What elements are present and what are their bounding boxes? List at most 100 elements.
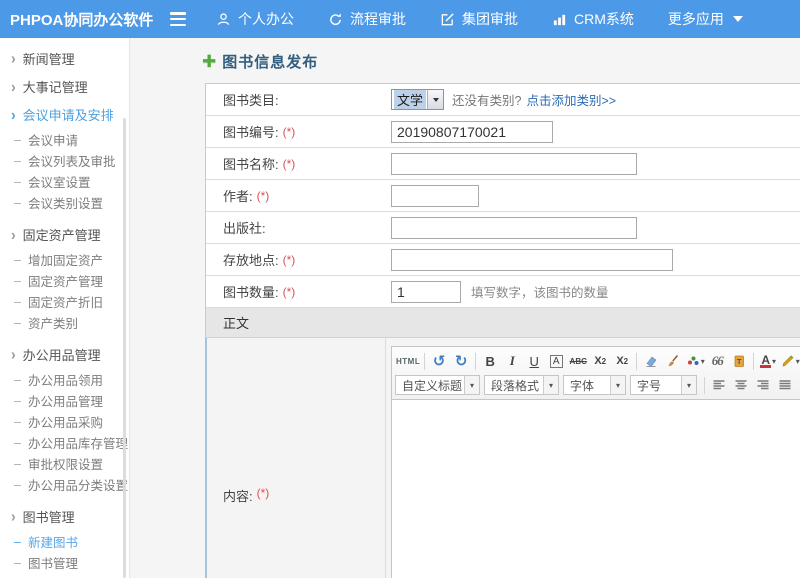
caret-icon: ▾ [701, 357, 705, 366]
bold-icon[interactable]: B [480, 351, 500, 371]
quantity-input[interactable] [391, 281, 461, 303]
dash-icon: – [14, 436, 21, 450]
sidebar-item-supplies-claim[interactable]: –办公用品领用 [0, 369, 129, 390]
dash-icon: – [14, 394, 21, 408]
align-center-icon[interactable] [731, 375, 751, 395]
approve-icon [440, 12, 455, 27]
dash-icon: – [14, 457, 21, 471]
sidebar-item-meeting-category[interactable]: –会议类别设置 [0, 192, 129, 213]
font-size-combo[interactable]: 字号▾ [630, 375, 697, 395]
chevron-right-icon: › [11, 105, 16, 123]
sidebar-item-asset-manage[interactable]: –固定资产管理 [0, 270, 129, 291]
source-code-button[interactable]: HTML [396, 351, 420, 371]
align-left-icon[interactable] [709, 375, 729, 395]
required-mark: (*) [283, 157, 296, 171]
sidebar-item-asset-depreciation[interactable]: –固定资产折旧 [0, 291, 129, 312]
sidebar-item-books[interactable]: ›图书管理 [0, 502, 129, 530]
required-mark: (*) [257, 189, 270, 203]
required-mark: (*) [283, 285, 296, 299]
row-quantity: 图书数量:(*) 填写数字，该图书的数量 [206, 276, 800, 308]
align-justify-icon[interactable] [775, 375, 795, 395]
sidebar-item-meeting[interactable]: ›会议申请及安排 [0, 100, 129, 128]
font-color-icon[interactable]: A▾ [758, 351, 778, 371]
color-palette-icon[interactable]: ▾ [685, 351, 705, 371]
row-book-no: 图书编号:(*) [206, 116, 800, 148]
book-name-input[interactable] [391, 153, 637, 175]
sidebar-item-supplies[interactable]: ›办公用品管理 [0, 340, 129, 368]
row-publisher: 出版社: [206, 212, 800, 244]
eraser-icon[interactable] [641, 351, 661, 371]
category-select[interactable]: 文学 [391, 89, 444, 110]
quantity-hint: 填写数字，该图书的数量 [471, 282, 609, 301]
sidebar-item-meeting-list[interactable]: –会议列表及审批 [0, 150, 129, 171]
add-category-link[interactable]: 点击添加类别>> [526, 90, 616, 109]
format-painter-icon[interactable] [663, 351, 683, 371]
chevron-right-icon: › [11, 49, 16, 67]
sidebar-scrollbar[interactable] [123, 118, 126, 578]
italic-icon[interactable]: I [502, 351, 522, 371]
caret-icon: ▾ [772, 357, 776, 366]
sidebar-item-supplies-category[interactable]: –办公用品分类设置 [0, 474, 129, 495]
strikethrough-icon[interactable]: ABC [568, 351, 588, 371]
dash-icon: – [14, 316, 21, 330]
undo-icon[interactable]: ↺ [429, 351, 449, 371]
underline-icon[interactable]: U [524, 351, 544, 371]
sidebar-item-news[interactable]: ›新闻管理 [0, 44, 129, 72]
redo-icon[interactable]: ↻ [451, 351, 471, 371]
menu-more-apps[interactable]: 更多应用 [668, 9, 743, 29]
superscript-icon[interactable]: X2 [590, 351, 610, 371]
required-mark: (*) [283, 125, 296, 139]
chevron-right-icon: › [11, 507, 16, 525]
sidebar-item-asset-add[interactable]: –增加固定资产 [0, 249, 129, 270]
sidebar-item-book-manage[interactable]: –图书管理 [0, 552, 129, 573]
sidebar-item-asset-category[interactable]: –资产类别 [0, 312, 129, 333]
font-border-icon[interactable]: A [550, 355, 563, 368]
menu-group-approval[interactable]: 集团审批 [440, 9, 518, 29]
editor-toolbar: HTML ↺ ↻ B I U A ABC X2 X2 [391, 346, 800, 400]
menu-personal-office[interactable]: 个人办公 [216, 9, 294, 29]
sidebar-item-supplies-purchase[interactable]: –办公用品采购 [0, 411, 129, 432]
required-mark: (*) [257, 486, 270, 500]
sidebar-item-meeting-room[interactable]: –会议室设置 [0, 171, 129, 192]
main-content: ✚ 图书信息发布 图书类目: 文学 还没有类别? 点击添加类别>> 图书编号:(… [131, 38, 800, 578]
sidebar-item-supplies-manage[interactable]: –办公用品管理 [0, 390, 129, 411]
font-family-combo[interactable]: 字体▾ [563, 375, 626, 395]
dash-icon: – [14, 133, 21, 147]
dash-icon: – [14, 556, 21, 570]
sidebar-item-assets[interactable]: ›固定资产管理 [0, 220, 129, 248]
editor-content-area[interactable] [391, 400, 800, 578]
highlight-pen-icon[interactable]: ▾ [780, 351, 800, 371]
subscript-icon[interactable]: X2 [612, 351, 632, 371]
sidebar-item-approval-permission[interactable]: –审批权限设置 [0, 453, 129, 474]
sidebar-item-meeting-apply[interactable]: –会议申请 [0, 129, 129, 150]
required-mark: (*) [283, 253, 296, 267]
sidebar-item-supplies-stock[interactable]: –办公用品库存管理 [0, 432, 129, 453]
location-input[interactable] [391, 249, 673, 271]
align-right-icon[interactable] [753, 375, 773, 395]
custom-title-combo[interactable]: 自定义标题▾ [395, 375, 480, 395]
blockquote-icon[interactable]: 66 [707, 351, 727, 371]
dash-icon: – [14, 154, 21, 168]
paste-plain-icon[interactable]: T [729, 351, 749, 371]
select-arrow-icon [427, 90, 443, 109]
sidebar-item-book-new[interactable]: –新建图书 [0, 531, 129, 552]
publisher-input[interactable] [391, 217, 637, 239]
app-logo: PHPOA协同办公软件 [0, 9, 170, 30]
flow-icon [328, 12, 343, 27]
row-author: 作者:(*) [206, 180, 800, 212]
hamburger-menu-icon[interactable] [170, 12, 188, 26]
section-header-body: 正文 [206, 308, 800, 338]
combo-arrow-icon: ▾ [464, 376, 479, 394]
menu-flow-approval[interactable]: 流程审批 [328, 9, 406, 29]
sidebar-item-memorabilia[interactable]: ›大事记管理 [0, 72, 129, 100]
assets-sublist: –增加固定资产 –固定资产管理 –固定资产折旧 –资产类别 [0, 249, 129, 333]
paragraph-format-combo[interactable]: 段落格式▾ [484, 375, 559, 395]
dash-icon: – [14, 535, 21, 549]
author-input[interactable] [391, 185, 479, 207]
book-no-input[interactable] [391, 121, 553, 143]
toolbar-row-1: HTML ↺ ↻ B I U A ABC X2 X2 [395, 349, 800, 373]
page-title: ✚ 图书信息发布 [202, 51, 318, 72]
caret-down-icon [733, 16, 743, 22]
menu-crm-system[interactable]: CRM系统 [552, 9, 634, 29]
dash-icon: – [14, 274, 21, 288]
